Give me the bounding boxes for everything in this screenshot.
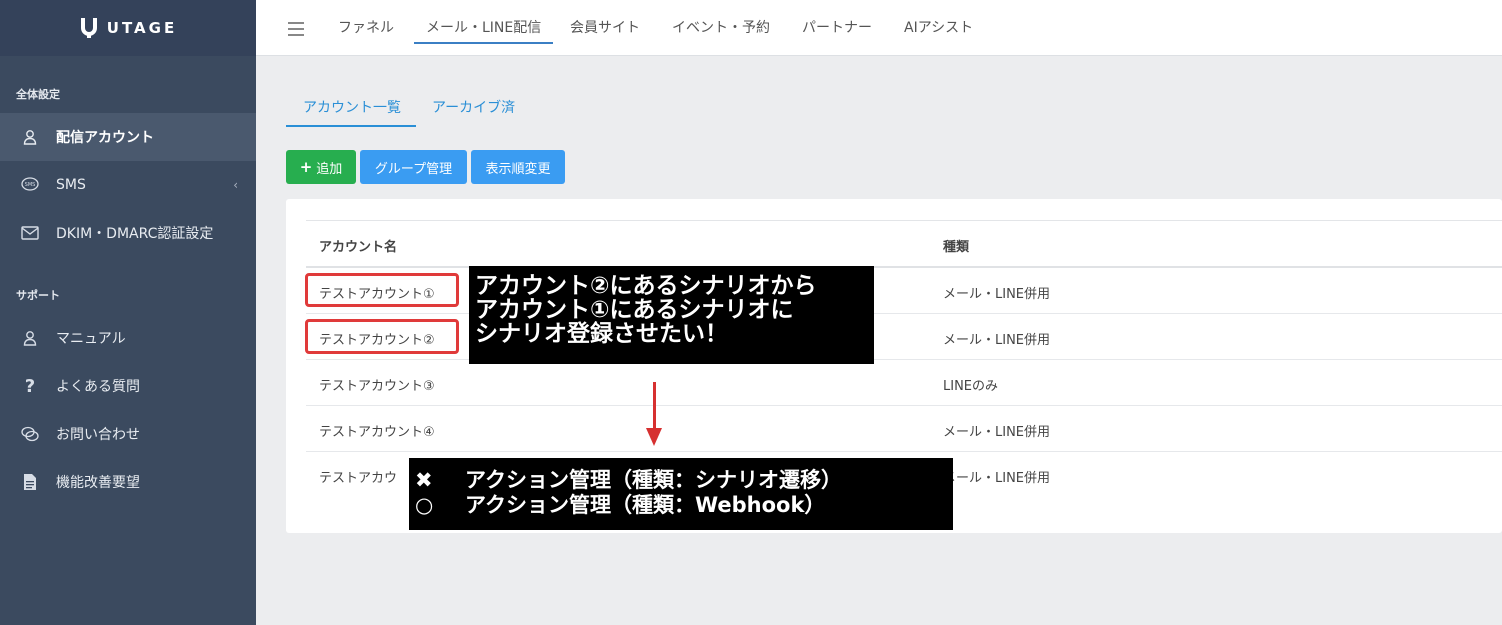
plus-icon: + bbox=[299, 158, 313, 176]
row-divider bbox=[306, 405, 1502, 406]
annotation-line: アクション管理（種類：Webhook） bbox=[465, 493, 826, 517]
sidebar-item-label: 配信アカウント bbox=[56, 130, 154, 146]
logo[interactable]: UTAGE bbox=[0, 0, 256, 56]
sidebar-item-manual[interactable]: マニュアル bbox=[0, 314, 256, 362]
section-label-support: サポート bbox=[16, 289, 60, 302]
tab-ai-assist[interactable]: AIアシスト bbox=[904, 0, 973, 56]
display-order-button[interactable]: 表示順変更 bbox=[471, 150, 565, 184]
annotation-line: アクション管理（種類：シナリオ遷移） bbox=[465, 468, 842, 492]
sidebar-item-label: 機能改善要望 bbox=[56, 475, 140, 491]
hamburger-menu-icon[interactable] bbox=[288, 22, 304, 36]
account-type-cell: メール・LINE併用 bbox=[943, 287, 1051, 302]
annotation-line: アカウント②にあるシナリオから bbox=[475, 273, 817, 299]
account-type-cell: LINEのみ bbox=[943, 379, 999, 394]
sms-icon: SMS bbox=[20, 175, 40, 195]
highlight-account-2 bbox=[305, 319, 459, 354]
subtab-archived[interactable]: アーカイブ済 bbox=[432, 97, 515, 117]
account-type-cell: メール・LINE併用 bbox=[943, 425, 1051, 440]
question-icon: ? bbox=[24, 375, 36, 397]
account-name-cell[interactable]: テストアカウント④ bbox=[319, 421, 435, 440]
user-icon bbox=[20, 127, 40, 147]
row-divider bbox=[306, 451, 1502, 452]
chat-icon bbox=[20, 424, 40, 444]
arrow-down-icon bbox=[646, 428, 662, 446]
account-type-cell: メール・LINE併用 bbox=[943, 333, 1051, 348]
sidebar-item-faq[interactable]: ? よくある質問 bbox=[0, 362, 256, 410]
sidebar-item-contact[interactable]: お問い合わせ bbox=[0, 410, 256, 458]
sidebar-item-label: SMS bbox=[56, 177, 86, 193]
user-icon bbox=[20, 328, 40, 348]
sidebar-item-label: よくある質問 bbox=[56, 379, 140, 395]
logo-text: UTAGE bbox=[106, 19, 178, 37]
tab-member-site[interactable]: 会員サイト bbox=[570, 0, 640, 56]
annotation-line: シナリオ登録させたい！ bbox=[475, 321, 728, 347]
svg-text:SMS: SMS bbox=[25, 182, 36, 188]
add-button-label: 追加 bbox=[316, 161, 343, 177]
annotation-line: アカウント①にあるシナリオに bbox=[475, 297, 794, 323]
active-subtab-indicator bbox=[286, 125, 416, 127]
tab-partner[interactable]: パートナー bbox=[802, 0, 872, 56]
add-button[interactable]: + 追加 bbox=[286, 150, 356, 184]
circle-mark-icon: ○ bbox=[415, 493, 434, 517]
account-type-cell: メール・LINE併用 bbox=[943, 471, 1051, 486]
account-name-cell[interactable]: テストアカウント③ bbox=[319, 375, 435, 394]
group-manage-button[interactable]: グループ管理 bbox=[360, 150, 467, 184]
account-name-cell[interactable]: テストアカウ bbox=[319, 467, 397, 486]
section-label-general: 全体設定 bbox=[16, 88, 60, 101]
top-navbar: ファネル メール・LINE配信 会員サイト イベント・予約 パートナー AIアシ… bbox=[256, 0, 1502, 56]
column-header-account-name: アカウント名 bbox=[319, 240, 398, 255]
sidebar: UTAGE 全体設定 配信アカウント SMS SMS ‹ DKIM・DMARC認… bbox=[0, 0, 256, 625]
tab-mail-line[interactable]: メール・LINE配信 bbox=[413, 0, 554, 56]
table-top-border bbox=[306, 220, 1502, 221]
sidebar-item-label: マニュアル bbox=[56, 331, 126, 347]
column-header-type: 種類 bbox=[943, 240, 970, 255]
annotation-callout-goal: アカウント②にあるシナリオから アカウント①にあるシナリオに シナリオ登録させた… bbox=[469, 266, 874, 364]
subtab-account-list[interactable]: アカウント一覧 bbox=[303, 97, 401, 117]
chevron-left-icon: ‹ bbox=[233, 178, 238, 192]
sidebar-item-delivery-account[interactable]: 配信アカウント bbox=[0, 113, 256, 161]
sidebar-item-sms[interactable]: SMS SMS ‹ bbox=[0, 161, 256, 209]
arrow-shaft bbox=[653, 382, 656, 430]
sidebar-item-feature-request[interactable]: 機能改善要望 bbox=[0, 458, 256, 506]
tab-event-reservation[interactable]: イベント・予約 bbox=[672, 0, 770, 56]
utage-logo-icon bbox=[80, 18, 97, 38]
highlight-account-1 bbox=[305, 273, 459, 307]
sidebar-item-dkim-dmarc[interactable]: DKIM・DMARC認証設定 bbox=[0, 209, 256, 257]
sidebar-item-label: DKIM・DMARC認証設定 bbox=[56, 226, 214, 242]
document-icon bbox=[20, 472, 40, 492]
annotation-callout-methods: ✖ アクション管理（種類：シナリオ遷移） ○ アクション管理（種類：Webhoo… bbox=[409, 458, 953, 530]
sidebar-item-label: お問い合わせ bbox=[56, 427, 140, 443]
mail-icon bbox=[20, 223, 40, 243]
cross-mark-icon: ✖ bbox=[415, 468, 433, 492]
tab-funnel[interactable]: ファネル bbox=[338, 0, 394, 56]
